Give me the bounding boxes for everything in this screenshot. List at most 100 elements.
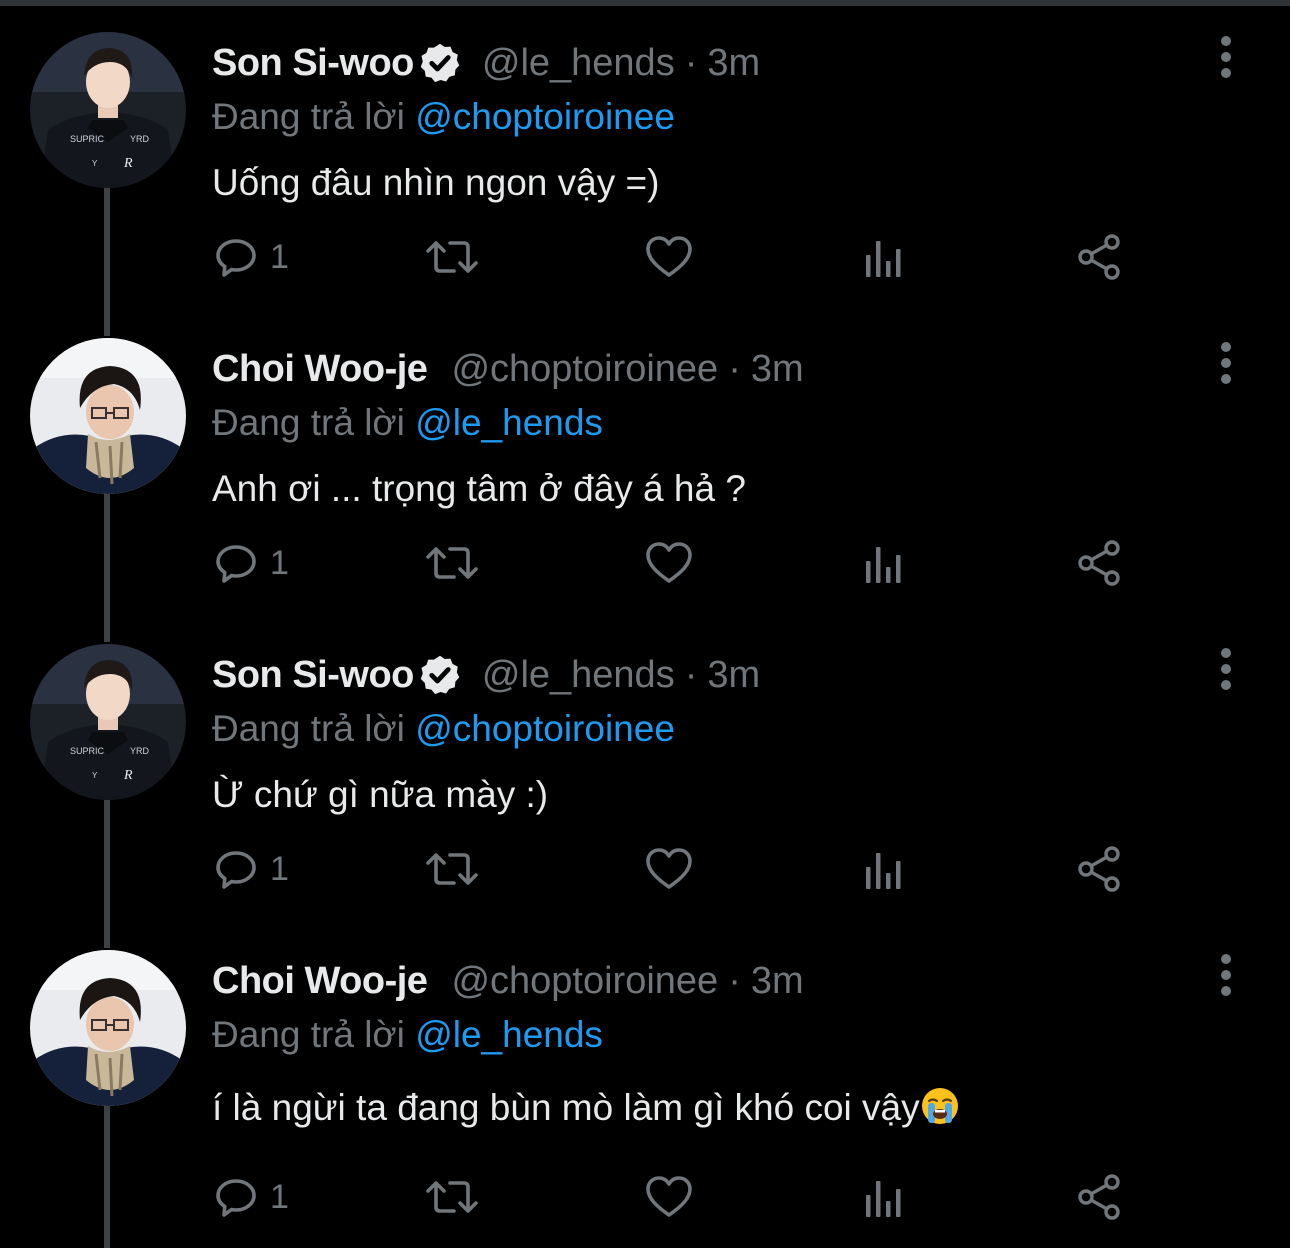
share-button[interactable] [1076,844,1124,894]
views-button[interactable] [862,844,906,894]
replying-to-mention[interactable]: @choptoiroinee [415,96,675,137]
thread-line [104,1104,110,1248]
tweet-text: í là ngừi ta đang bùn mò làm gì khó coi … [212,1086,960,1129]
timestamp[interactable]: 3m [707,42,760,85]
author-name[interactable]: Choi Woo-je [212,960,428,1003]
avatar[interactable] [30,32,186,188]
analytics-icon [866,241,901,277]
replying-to-label: Đang trả lời [212,708,405,749]
tweet-header: Son Si-woo @le_hends · 3m [212,650,760,700]
retweet-button[interactable] [424,538,480,588]
tweet-text: Anh ơi ... trọng tâm ở đây á hả ? [212,468,746,510]
more-vertical-icon[interactable] [1208,34,1244,80]
avatar[interactable] [30,950,186,1106]
replying-to: Đang trả lời @choptoiroinee [212,96,675,138]
timestamp[interactable]: 3m [707,654,760,697]
heart-icon [646,542,692,583]
like-button[interactable] [644,232,694,282]
reply-button[interactable]: 1 [212,232,289,282]
author-name[interactable]: Son Si-woo [212,654,414,697]
share-button[interactable] [1076,538,1124,588]
heart-icon [646,1176,692,1217]
loudly-crying-face-emoji [921,1088,958,1124]
reply-icon [216,545,256,583]
more-vertical-icon[interactable] [1208,340,1244,386]
avatar-image [30,950,186,1106]
timestamp[interactable]: 3m [751,960,804,1003]
analytics-icon [866,547,901,583]
author-name[interactable]: Choi Woo-je [212,348,428,391]
tweet-header: Choi Woo-je @choptoiroinee · 3m [212,344,804,394]
avatar-image [30,32,186,188]
like-button[interactable] [644,1172,694,1222]
views-button[interactable] [862,232,906,282]
reply-icon [216,239,256,277]
reply-count: 1 [270,1177,289,1216]
avatar[interactable] [30,338,186,494]
reply-count: 1 [270,849,289,888]
share-button[interactable] [1076,1172,1124,1222]
reply-count: 1 [270,237,289,276]
like-button[interactable] [644,538,694,588]
tweet-header: Son Si-woo @le_hends · 3m [212,38,760,88]
reply-count: 1 [270,543,289,582]
heart-icon [646,236,692,277]
tweet-text-content: Anh ơi ... trọng tâm ở đây á hả ? [212,468,746,509]
tweet-header: Choi Woo-je @choptoiroinee · 3m [212,956,804,1006]
tweet-text-content: Ừ chứ gì nữa mày :) [212,774,549,815]
tweet-actions: 1 [212,538,1162,588]
avatar-image [30,338,186,494]
views-button[interactable] [862,1172,906,1222]
reply-button[interactable]: 1 [212,844,289,894]
avatar[interactable] [30,644,186,800]
retweet-icon [426,853,478,885]
author-handle[interactable]: @le_hends [482,42,675,85]
share-icon [1078,846,1120,892]
author-handle[interactable]: @choptoiroinee [451,348,718,391]
author-handle[interactable]: @choptoiroinee [451,960,718,1003]
replying-to-mention[interactable]: @choptoiroinee [415,708,675,749]
verified-badge-icon [418,41,462,85]
retweet-icon [426,241,478,273]
thread-line [104,186,110,336]
retweet-button[interactable] [424,844,480,894]
author-name[interactable]: Son Si-woo [212,42,414,85]
replying-to-mention[interactable]: @le_hends [415,1014,603,1055]
retweet-button[interactable] [424,1172,480,1222]
reply-button[interactable]: 1 [212,538,289,588]
tweet-actions: 1 [212,1172,1162,1222]
replying-to: Đang trả lời @choptoiroinee [212,708,675,750]
views-button[interactable] [862,538,906,588]
retweet-icon [426,547,478,579]
author-handle[interactable]: @le_hends [482,654,675,697]
avatar-image [30,644,186,800]
more-vertical-icon[interactable] [1208,952,1244,998]
analytics-icon [866,1181,901,1217]
retweet-button[interactable] [424,232,480,282]
replying-to-mention[interactable]: @le_hends [415,402,603,443]
share-button[interactable] [1076,232,1124,282]
more-vertical-icon[interactable] [1208,646,1244,692]
share-icon [1078,1174,1120,1220]
replying-to: Đang trả lời @le_hends [212,1014,603,1056]
replying-to: Đang trả lời @le_hends [212,402,603,444]
separator-dot: · [684,653,698,696]
analytics-icon [866,853,901,889]
thread-line [104,492,110,642]
share-icon [1078,540,1120,586]
reply-button[interactable]: 1 [212,1172,289,1222]
thread-line [104,798,110,948]
tweet-text: Ừ chứ gì nữa mày :) [212,774,548,816]
top-divider [0,0,1290,6]
timestamp[interactable]: 3m [751,348,804,391]
like-button[interactable] [644,844,694,894]
verified-badge-icon [418,653,462,697]
tweet-actions: 1 [212,844,1162,894]
tweet-text-content: Uống đâu nhìn ngon vậy =) [212,162,660,203]
replying-to-label: Đang trả lời [212,96,405,137]
replying-to-label: Đang trả lời [212,1014,405,1055]
tweet-actions: 1 [212,232,1162,282]
heart-icon [646,848,692,889]
reply-icon [216,1179,256,1217]
separator-dot: · [728,347,741,390]
